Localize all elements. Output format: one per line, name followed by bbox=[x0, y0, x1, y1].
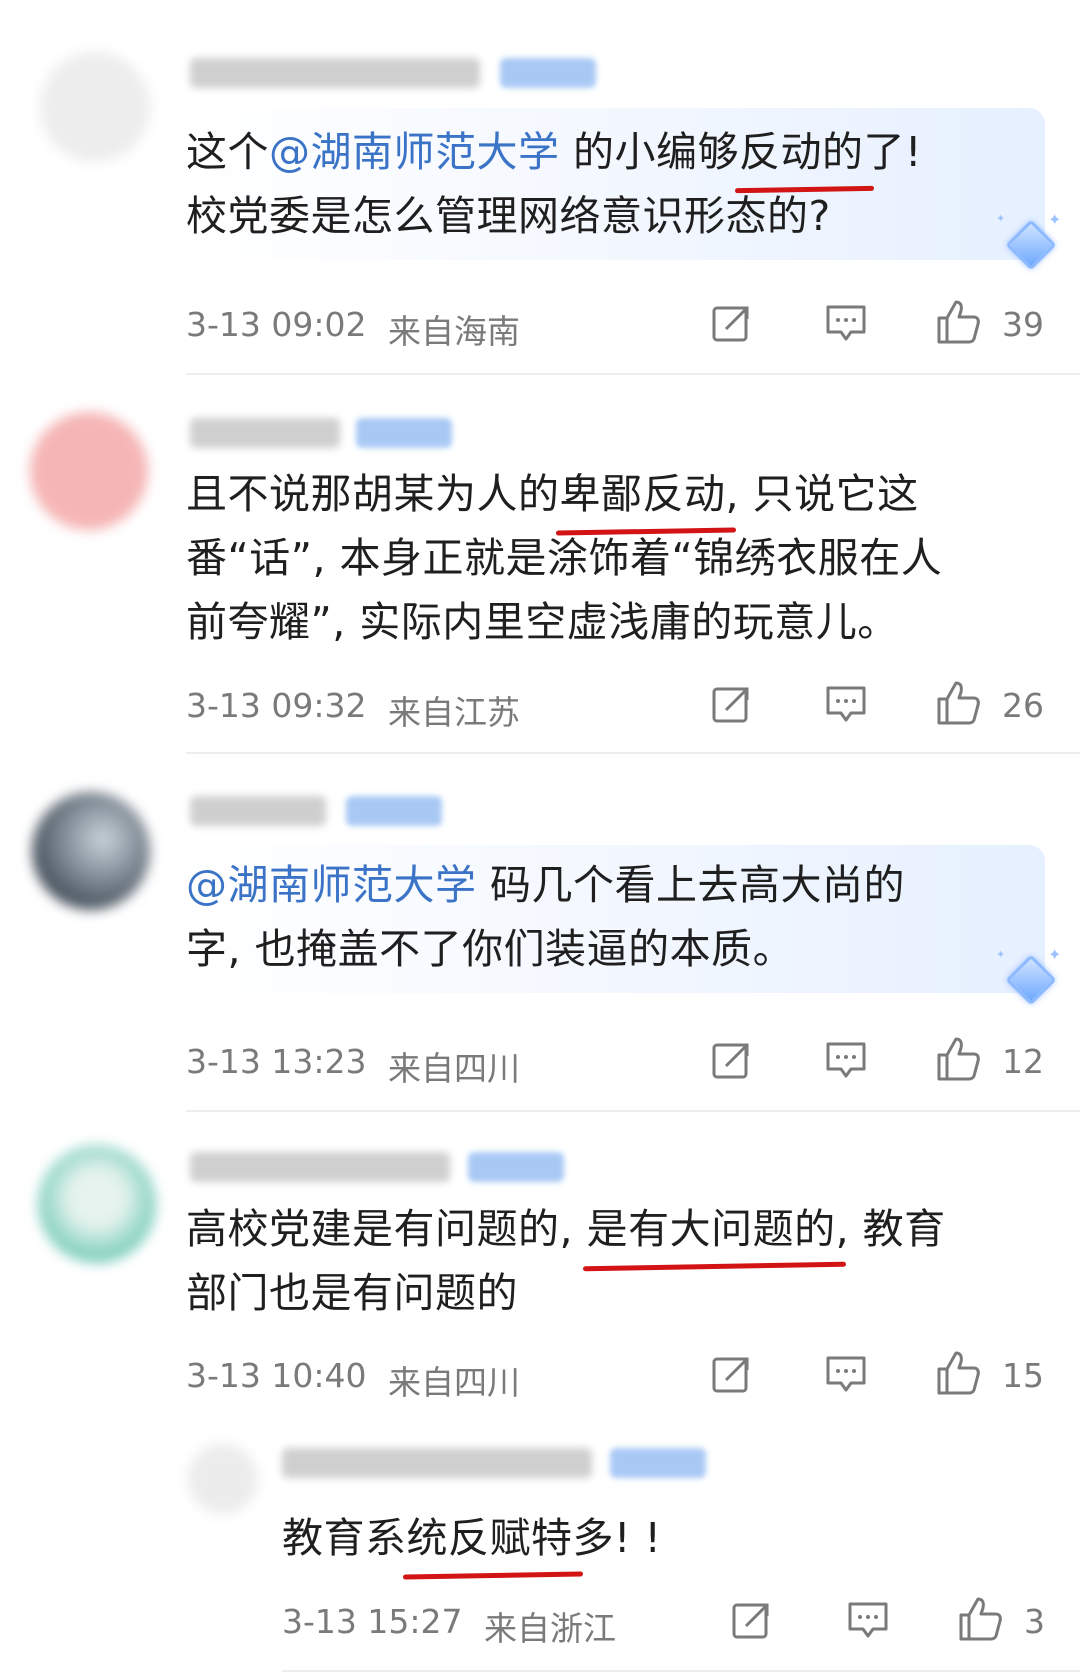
text-segment: 这个 bbox=[186, 128, 269, 176]
like-count: 12 bbox=[1002, 1042, 1044, 1081]
comment-location: 来自四川 bbox=[388, 1049, 520, 1088]
text-line: 校党委是怎么管理网络意识形态的? bbox=[186, 192, 831, 240]
text-segment: , 只说它这 bbox=[725, 470, 919, 518]
comment-icon[interactable] bbox=[824, 683, 868, 725]
text-segment: 且不说那胡某为人的 bbox=[186, 470, 560, 518]
text-line: 前夸耀”, 实际内里空虚浅庸的玩意儿。 bbox=[186, 598, 899, 646]
mention-link[interactable]: @湖南师范大学 bbox=[186, 861, 477, 909]
comment-text: 且不说那胡某为人的卑鄙反动, 只说它这 番“话”, 本身正就是涂饰着“锦绣衣服在… bbox=[186, 462, 942, 654]
divider bbox=[282, 1670, 1080, 1672]
comment-time: 3-13 09:02 bbox=[186, 305, 367, 344]
comment-time: 3-13 15:27 bbox=[282, 1602, 463, 1641]
text-line: 字, 也掩盖不了你们装逼的本质。 bbox=[186, 925, 795, 973]
share-icon[interactable] bbox=[710, 302, 752, 344]
text-line: 番“话”, 本身正就是涂饰着“锦绣衣服在人 bbox=[186, 534, 943, 582]
comment-time: 3-13 09:32 bbox=[186, 686, 367, 725]
avatar[interactable] bbox=[40, 52, 150, 162]
divider bbox=[186, 752, 1080, 754]
comment-location: 来自浙江 bbox=[484, 1609, 616, 1648]
text-segment: , 教育 bbox=[835, 1205, 946, 1253]
sparkle-icon: ✦ bbox=[996, 948, 1006, 961]
thumbs-up-icon[interactable] bbox=[934, 1035, 982, 1083]
text-line: 部门也是有问题的 bbox=[186, 1269, 518, 1317]
username-blurred[interactable] bbox=[190, 58, 480, 88]
comment-location: 来自海南 bbox=[388, 312, 520, 351]
username-blurred[interactable] bbox=[190, 796, 326, 826]
avatar[interactable] bbox=[38, 1145, 156, 1263]
avatar[interactable] bbox=[32, 792, 150, 910]
comment-text: 高校党建是有问题的, 是有大问题的, 教育 部门也是有问题的 bbox=[186, 1197, 946, 1325]
like-count: 26 bbox=[1002, 686, 1044, 725]
comment-location: 来自四川 bbox=[388, 1363, 520, 1402]
text-segment: 多! ! bbox=[572, 1514, 662, 1562]
share-icon[interactable] bbox=[710, 1039, 752, 1081]
username-blurred[interactable] bbox=[190, 418, 340, 448]
underlined-text: 是有大问题的 bbox=[587, 1197, 836, 1261]
text-segment: 了! bbox=[863, 128, 922, 176]
thumbs-up-icon[interactable] bbox=[934, 679, 982, 727]
text-segment: 高校党建是有问题的, bbox=[186, 1205, 587, 1253]
comment-time: 3-13 10:40 bbox=[186, 1356, 367, 1395]
comment-location: 来自江苏 bbox=[388, 693, 520, 732]
text-segment: 教育系 bbox=[282, 1514, 407, 1562]
user-badge bbox=[610, 1448, 706, 1478]
comment-icon[interactable] bbox=[824, 1353, 868, 1395]
user-badge bbox=[500, 58, 596, 88]
avatar[interactable] bbox=[188, 1444, 258, 1514]
user-badge bbox=[356, 418, 452, 448]
user-badge bbox=[468, 1152, 564, 1182]
divider bbox=[186, 1110, 1080, 1112]
mention-link[interactable]: @湖南师范大学 bbox=[269, 128, 560, 176]
share-icon[interactable] bbox=[730, 1599, 772, 1641]
text-segment: 的小编够 bbox=[559, 128, 740, 176]
underlined-text: 反动的 bbox=[739, 120, 864, 184]
avatar[interactable] bbox=[30, 412, 148, 530]
sparkle-icon: ✦ bbox=[996, 212, 1006, 225]
like-count: 3 bbox=[1024, 1602, 1045, 1641]
thumbs-up-icon[interactable] bbox=[934, 1349, 982, 1397]
underlined-text: 统反赋特 bbox=[407, 1506, 573, 1570]
divider bbox=[186, 373, 1080, 375]
username-blurred[interactable] bbox=[190, 1152, 450, 1182]
text-segment: 码几个看上去高大尚的 bbox=[476, 861, 906, 909]
share-icon[interactable] bbox=[710, 683, 752, 725]
like-count: 39 bbox=[1002, 305, 1044, 344]
share-icon[interactable] bbox=[710, 1353, 752, 1395]
user-badge bbox=[346, 796, 442, 826]
thumbs-up-icon[interactable] bbox=[956, 1595, 1004, 1643]
comment-text: 教育系统反赋特多! ! bbox=[282, 1506, 661, 1570]
underlined-text: 卑鄙反动 bbox=[560, 462, 726, 526]
like-count: 15 bbox=[1002, 1356, 1044, 1395]
comment-time: 3-13 13:23 bbox=[186, 1042, 367, 1081]
sparkle-icon: ✦ bbox=[1048, 210, 1062, 229]
comment-text: @湖南师范大学 码几个看上去高大尚的 字, 也掩盖不了你们装逼的本质。 bbox=[186, 853, 905, 981]
comment-icon[interactable] bbox=[846, 1599, 890, 1641]
comment-text: 这个@湖南师范大学 的小编够反动的了! 校党委是怎么管理网络意识形态的? bbox=[186, 120, 922, 248]
username-blurred[interactable] bbox=[282, 1448, 592, 1478]
comment-icon[interactable] bbox=[824, 302, 868, 344]
comment-icon[interactable] bbox=[824, 1039, 868, 1081]
thumbs-up-icon[interactable] bbox=[934, 298, 982, 346]
sparkle-icon: ✦ bbox=[1048, 945, 1062, 964]
